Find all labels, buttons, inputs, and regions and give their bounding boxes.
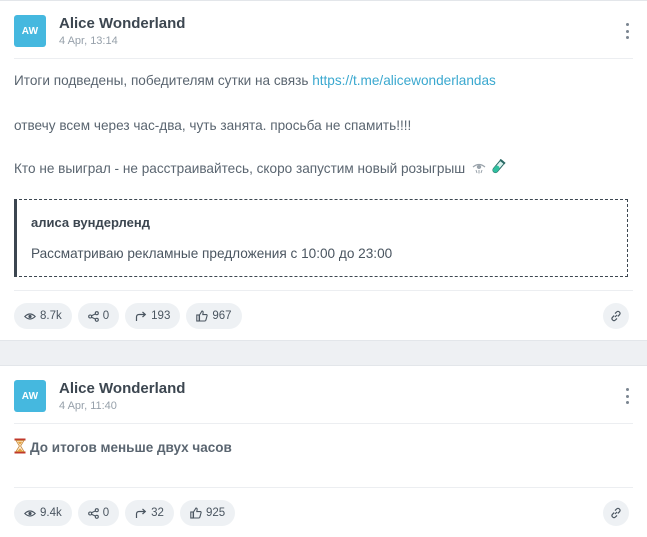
copy-link-button[interactable] (603, 500, 629, 526)
shares-count: 0 (102, 310, 110, 322)
post-text-line: Кто не выиграл - не расстраивайтесь, ско… (14, 158, 506, 176)
post-text: Итоги подведены, победителям сутки на св… (14, 73, 313, 88)
forwards-chip[interactable]: 32 (125, 500, 174, 526)
views-chip[interactable]: 9.4k (14, 500, 72, 526)
post-header: AW Alice Wonderland 4 Apr, 11:40 (14, 378, 185, 414)
post-header: AW Alice Wonderland 4 Apr, 13:14 (14, 13, 185, 49)
telegram-link[interactable]: https://t.me/alicewonderlandas (312, 73, 496, 88)
link-icon (611, 310, 621, 322)
post-feed: AW Alice Wonderland 4 Apr, 13:14 Итоги п… (0, 0, 647, 537)
post-meta: Alice Wonderland 4 Apr, 11:40 (59, 380, 185, 412)
post-date: 4 Apr, 11:40 (59, 400, 117, 412)
views-chip[interactable]: 8.7k (14, 303, 72, 329)
post-stats: 8.7k 0 193 967 (14, 303, 242, 329)
forward-arrow-icon (136, 508, 147, 518)
thumbs-up-icon (196, 310, 209, 322)
post-stats: 9.4k 0 32 925 (14, 500, 236, 526)
thumbs-up-icon (190, 507, 202, 519)
divider (14, 58, 633, 59)
author-name[interactable]: Alice Wonderland (59, 380, 185, 398)
share-icon (87, 507, 99, 519)
post-date: 4 Apr, 13:14 (59, 35, 118, 47)
shares-count: 0 (102, 507, 110, 519)
post-meta: Alice Wonderland 4 Apr, 13:14 (59, 15, 185, 47)
link-icon (611, 507, 621, 519)
copy-link-button[interactable] (603, 303, 629, 329)
test-tube-icon (490, 158, 506, 176)
quote-author: алиса вундерленд (31, 215, 150, 230)
forwards-chip[interactable]: 193 (125, 303, 181, 329)
quoted-channel-block[interactable]: алиса вундерленд Рассматриваю рекламные … (14, 199, 628, 277)
shares-chip[interactable]: 0 (77, 500, 120, 526)
headline-text: До итогов меньше двух часов (30, 440, 232, 455)
eye-icon (24, 312, 36, 320)
more-menu-icon[interactable] (621, 386, 633, 406)
post-text: Кто не выиграл - не расстраивайтесь, ско… (14, 161, 466, 176)
views-count: 8.7k (40, 310, 62, 322)
likes-count: 925 (205, 507, 226, 519)
forward-arrow-icon (136, 311, 147, 321)
post-headline: До итогов меньше двух часов (14, 438, 232, 457)
post-text-line: отвечу всем через час-два, чуть занята. … (14, 118, 412, 133)
likes-chip[interactable]: 967 (186, 303, 242, 329)
eye-emoji-icon (469, 161, 490, 176)
quote-text: Рассматриваю рекламные предложения с 10:… (31, 246, 393, 261)
avatar[interactable]: AW (14, 380, 46, 412)
likes-count: 967 (212, 310, 232, 322)
more-menu-icon[interactable] (621, 21, 633, 41)
likes-chip[interactable]: 925 (179, 500, 236, 526)
hourglass-icon (14, 438, 26, 457)
share-icon (87, 310, 99, 322)
author-name[interactable]: Alice Wonderland (59, 15, 185, 33)
forwards-count: 32 (151, 507, 164, 519)
post-card: AW Alice Wonderland 4 Apr, 13:14 Итоги п… (0, 0, 647, 341)
forwards-count: 193 (151, 310, 171, 322)
post-card: AW Alice Wonderland 4 Apr, 11:40 До итог… (0, 365, 647, 537)
divider (14, 487, 633, 488)
post-text-line: Итоги подведены, победителям сутки на св… (14, 73, 496, 88)
views-count: 9.4k (40, 507, 62, 519)
eye-icon (24, 509, 36, 517)
avatar[interactable]: AW (14, 15, 46, 47)
divider (14, 290, 633, 291)
divider (14, 423, 633, 424)
shares-chip[interactable]: 0 (77, 303, 120, 329)
